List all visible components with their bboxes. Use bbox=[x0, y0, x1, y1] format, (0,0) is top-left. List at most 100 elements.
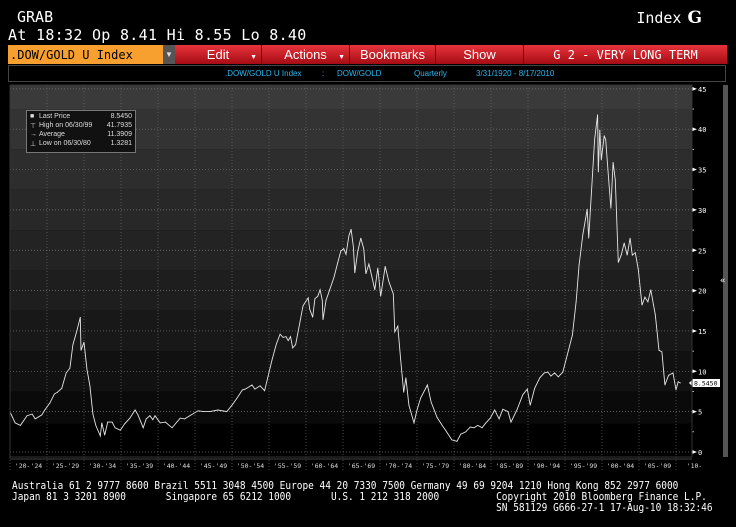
data-point bbox=[145, 418, 147, 420]
data-point bbox=[114, 427, 116, 429]
data-point bbox=[600, 159, 602, 161]
subheader-separator: : bbox=[322, 69, 325, 78]
data-point bbox=[489, 417, 491, 419]
data-point bbox=[363, 248, 365, 250]
data-point bbox=[254, 388, 256, 390]
data-point bbox=[352, 246, 354, 248]
y-tick-label: 5 bbox=[698, 409, 702, 417]
data-point bbox=[203, 411, 205, 413]
data-point bbox=[357, 250, 359, 252]
data-point bbox=[14, 422, 16, 424]
data-point bbox=[397, 325, 399, 327]
collapse-icon[interactable]: « bbox=[720, 276, 725, 286]
data-point bbox=[672, 372, 674, 374]
data-point bbox=[507, 411, 509, 413]
subheader-name: DOW/GOLD bbox=[337, 69, 382, 78]
data-point bbox=[374, 289, 376, 291]
data-point bbox=[290, 336, 291, 337]
legend-value: 1.3281 bbox=[110, 140, 132, 147]
data-point bbox=[285, 336, 287, 337]
x-tick-label: '35-'39 bbox=[126, 462, 153, 470]
data-point bbox=[319, 289, 321, 291]
data-point bbox=[400, 359, 402, 361]
data-point bbox=[380, 295, 382, 297]
data-point bbox=[307, 297, 309, 299]
data-point bbox=[241, 389, 243, 391]
x-tick-label: '65-'69 bbox=[348, 462, 375, 470]
data-point bbox=[299, 320, 301, 322]
data-point bbox=[271, 359, 273, 361]
data-point bbox=[460, 433, 462, 435]
bookmarks-label: Bookmarks bbox=[359, 47, 426, 62]
data-point bbox=[631, 254, 633, 256]
data-point bbox=[582, 234, 584, 236]
data-point bbox=[436, 416, 438, 418]
data-point bbox=[365, 273, 367, 275]
data-point bbox=[124, 423, 126, 425]
y-tick-label: 40 bbox=[698, 126, 706, 134]
chart-scrollbar[interactable]: « bbox=[720, 85, 728, 457]
y-tick-label: 20 bbox=[698, 288, 706, 296]
data-point bbox=[654, 314, 656, 316]
data-point bbox=[597, 171, 599, 173]
y-tick-marker bbox=[692, 328, 697, 333]
ticker-input[interactable]: .DOW/GOLD U Index bbox=[8, 45, 163, 64]
quote-line: At 18:32 Op 8.41 Hi 8.55 Lo 8.40 bbox=[8, 26, 307, 44]
last-price-label: 8.5450 bbox=[694, 380, 718, 388]
data-point bbox=[137, 414, 139, 416]
edit-label: Edit bbox=[206, 47, 230, 62]
data-point bbox=[276, 343, 277, 345]
data-point bbox=[31, 413, 33, 415]
data-point bbox=[152, 419, 154, 421]
edit-menu[interactable]: Edit ▼ bbox=[175, 45, 262, 64]
legend-label: Low on 06/30/80 bbox=[39, 140, 91, 147]
data-point bbox=[502, 408, 504, 410]
bookmarks-button[interactable]: Bookmarks bbox=[350, 45, 436, 64]
data-point bbox=[95, 424, 97, 426]
data-point bbox=[557, 376, 559, 378]
data-point bbox=[675, 389, 677, 391]
data-point bbox=[494, 409, 496, 411]
data-point bbox=[529, 404, 531, 406]
data-point bbox=[111, 421, 113, 423]
data-point bbox=[522, 394, 524, 396]
data-point bbox=[408, 404, 410, 406]
x-tick-label: '75-'79 bbox=[422, 462, 449, 470]
data-point bbox=[65, 372, 67, 374]
data-point bbox=[403, 391, 405, 393]
data-point bbox=[572, 334, 573, 336]
y-tick-label: 10 bbox=[698, 368, 706, 376]
data-point bbox=[637, 269, 639, 271]
data-point bbox=[61, 387, 63, 389]
y-tick-marker bbox=[692, 86, 697, 91]
data-point bbox=[231, 404, 233, 406]
show-button[interactable]: Show bbox=[436, 45, 524, 64]
ticker-dropdown-button[interactable]: ▼ bbox=[163, 45, 175, 64]
subheader-periodicity: Quarterly bbox=[414, 69, 447, 78]
data-point bbox=[305, 300, 307, 302]
y-tick-marker bbox=[692, 450, 697, 454]
actions-menu[interactable]: Actions ▼ bbox=[262, 45, 350, 64]
data-point bbox=[264, 390, 265, 392]
x-tick-label: '30-'34 bbox=[89, 462, 116, 470]
data-point bbox=[473, 427, 475, 429]
function-name: GRAB bbox=[17, 8, 54, 26]
chart-title-tab[interactable]: G 2 - VERY LONG TERM bbox=[524, 45, 728, 64]
data-point bbox=[594, 139, 595, 141]
legend-value: 8.5450 bbox=[110, 113, 132, 120]
data-point bbox=[279, 333, 281, 335]
square-icon: ■ bbox=[30, 113, 35, 120]
data-point bbox=[554, 372, 556, 374]
data-point bbox=[562, 371, 564, 373]
y-tick-label: 35 bbox=[698, 167, 706, 175]
data-point bbox=[641, 304, 643, 306]
data-point bbox=[578, 264, 580, 266]
x-tick-label: '85-'89 bbox=[496, 462, 523, 470]
data-point bbox=[72, 344, 74, 346]
data-point bbox=[251, 384, 253, 386]
data-point bbox=[209, 411, 211, 413]
data-point bbox=[149, 415, 151, 417]
data-point bbox=[360, 237, 362, 239]
data-point bbox=[179, 417, 181, 419]
x-tick-label: '20-'24 bbox=[15, 462, 42, 470]
